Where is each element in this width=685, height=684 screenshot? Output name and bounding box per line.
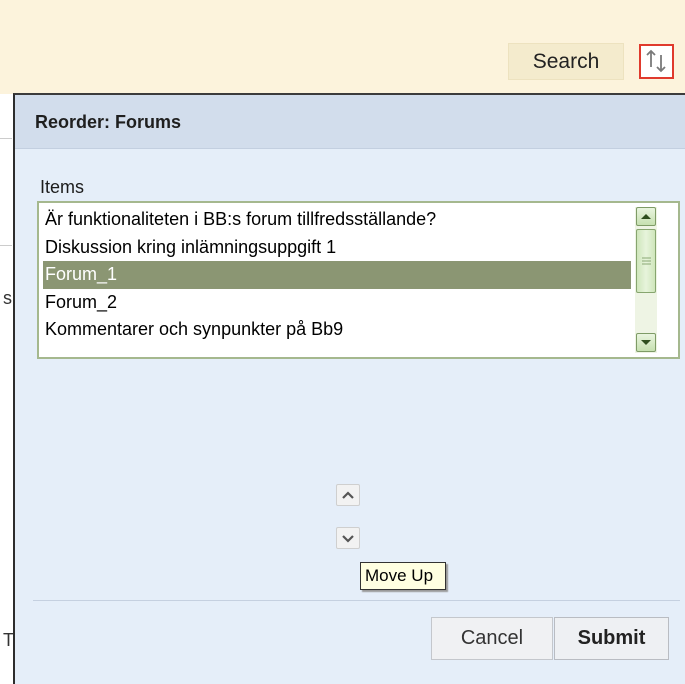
scroll-up-arrow-icon xyxy=(641,214,651,219)
reorder-dialog: Reorder: Forums Items Är funktionalitete… xyxy=(13,93,685,684)
search-button[interactable]: Search xyxy=(508,43,624,80)
reorder-toggle-button[interactable] xyxy=(639,44,674,79)
dialog-title: Reorder: Forums xyxy=(15,95,685,149)
list-item[interactable]: Är funktionaliteten i BB:s forum tillfre… xyxy=(43,206,631,234)
list-item-selected[interactable]: Forum_1 xyxy=(43,261,631,289)
up-down-arrows-icon xyxy=(646,49,666,73)
scroll-thumb[interactable] xyxy=(636,229,656,293)
scroll-down-button[interactable] xyxy=(636,333,656,352)
items-label: Items xyxy=(40,177,85,197)
scroll-up-button[interactable] xyxy=(636,207,656,226)
list-item[interactable]: Kommentarer och synpunkter på Bb9 xyxy=(43,316,631,344)
background-text-fragment: s xyxy=(3,288,12,308)
list-scrollbar[interactable] xyxy=(635,207,657,353)
chevron-down-icon xyxy=(342,535,354,543)
cancel-button[interactable]: Cancel xyxy=(431,617,553,660)
chevron-up-icon xyxy=(342,491,354,499)
scroll-down-arrow-icon xyxy=(641,340,651,345)
list-item[interactable]: Forum_2 xyxy=(43,289,631,317)
tooltip: Move Up xyxy=(360,562,446,590)
background-divider xyxy=(0,138,12,139)
list-item[interactable]: Diskussion kring inlämningsuppgift 1 xyxy=(43,234,631,262)
submit-button[interactable]: Submit xyxy=(554,617,669,660)
page-top-bar: Search xyxy=(0,0,685,94)
background-divider xyxy=(0,245,12,246)
move-up-button[interactable] xyxy=(336,484,360,506)
items-listbox[interactable]: Är funktionaliteten i BB:s forum tillfre… xyxy=(37,201,680,359)
move-down-button[interactable] xyxy=(336,527,360,549)
items-list: Är funktionaliteten i BB:s forum tillfre… xyxy=(43,206,631,356)
footer-divider xyxy=(33,600,680,601)
grip-icon xyxy=(642,257,651,265)
